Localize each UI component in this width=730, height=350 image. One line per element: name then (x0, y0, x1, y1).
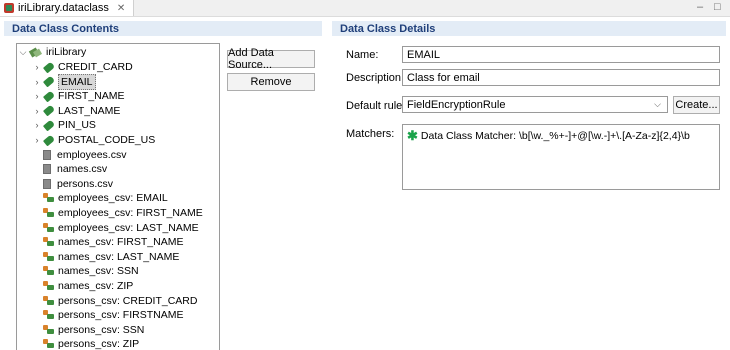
tree-item[interactable]: employees_csv: LAST_NAME (43, 221, 199, 235)
csv-file-icon (43, 149, 51, 160)
tree-item-label: employees_csv: FIRST_NAME (58, 207, 203, 219)
tree-item-label: LAST_NAME (58, 104, 121, 117)
tree-item-label: employees.csv (57, 148, 127, 161)
tree-item[interactable]: employees.csv (43, 148, 126, 162)
tree-item-label: PIN_US (58, 119, 96, 132)
tree-item[interactable]: names.csv (43, 162, 107, 176)
tree-item-label: names_csv: LAST_NAME (58, 250, 180, 263)
tree-item[interactable]: › POSTAL_CODE_US (33, 133, 156, 147)
field-key-icon (43, 266, 55, 276)
tree-item[interactable]: persons_csv: FIRSTNAME (43, 308, 183, 322)
tree-item[interactable]: employees_csv: FIRST_NAME (43, 206, 203, 220)
matcher-star-icon: ✱ (407, 128, 418, 143)
tag-icon (42, 75, 56, 88)
data-class-details-header: Data Class Details (332, 21, 726, 36)
field-key-icon (43, 208, 55, 218)
library-icon (30, 48, 42, 57)
tree-item-label: names_csv: FIRST_NAME (58, 236, 184, 249)
chevron-right-icon[interactable]: › (33, 75, 41, 89)
tree-item[interactable]: › CREDIT_CARD (33, 60, 133, 74)
close-icon[interactable]: ✕ (117, 3, 125, 14)
editor-tab-bar: iriLibrary.dataclass ✕ – □ (0, 0, 730, 17)
field-key-icon (43, 193, 55, 203)
default-rule-label: Default rule: (346, 100, 406, 112)
chevron-down-icon: ⌵ (654, 99, 661, 109)
csv-file-icon (43, 178, 51, 189)
tree-item-label: employees_csv: LAST_NAME (58, 221, 199, 234)
default-rule-select[interactable]: FieldEncryptionRule ⌵ (402, 96, 668, 113)
chevron-down-icon[interactable]: ⌵ (19, 45, 27, 59)
matcher-text: Data Class Matcher: \b[\w._%+-]+@[\w.-]+… (420, 130, 690, 142)
tree-item[interactable]: › LAST_NAME (33, 104, 121, 118)
add-data-source-button[interactable]: Add Data Source... (227, 47, 315, 71)
chevron-right-icon[interactable]: › (33, 104, 41, 118)
tree-item-label: CREDIT_CARD (58, 61, 133, 73)
maximize-icon[interactable]: □ (714, 1, 721, 13)
matcher-item[interactable]: ✱ Data Class Matcher: \b[\w._%+-]+@[\w.-… (407, 128, 715, 144)
description-field[interactable]: Class for email (402, 69, 720, 86)
tree-item-label: persons_csv: ZIP (58, 338, 140, 350)
tree-item-label: names_csv: ZIP (58, 280, 134, 292)
tree-item-label: FIRST_NAME (58, 90, 125, 103)
tree-item[interactable]: persons_csv: SSN (43, 323, 144, 337)
matchers-list[interactable]: ✱ Data Class Matcher: \b[\w._%+-]+@[\w.-… (402, 124, 720, 190)
tree-item[interactable]: persons_csv: ZIP (43, 337, 139, 350)
tree-item-label: names_csv: SSN (58, 265, 139, 278)
tree-item-label: EMAIL (58, 73, 96, 90)
description-label: Description: (346, 72, 405, 84)
field-key-icon (43, 281, 55, 291)
tag-icon (42, 104, 56, 117)
tree-item[interactable]: › PIN_US (33, 118, 96, 132)
field-key-icon (43, 222, 55, 233)
chevron-right-icon[interactable]: › (33, 118, 41, 132)
editor-tab-title: iriLibrary.dataclass (18, 2, 109, 14)
tree-item[interactable]: persons_csv: CREDIT_CARD (43, 294, 197, 308)
tree-item-label: persons_csv: CREDIT_CARD (58, 294, 198, 307)
default-rule-value: FieldEncryptionRule (407, 98, 506, 111)
tree-item-label: persons_csv: FIRSTNAME (58, 309, 184, 322)
field-key-icon (43, 339, 55, 349)
name-label: Name: (346, 49, 379, 61)
tree-item[interactable]: › FIRST_NAME (33, 89, 125, 103)
tree-item-label: POSTAL_CODE_US (58, 134, 156, 146)
tree-item[interactable]: persons.csv (43, 177, 113, 191)
tree-root-item[interactable]: ⌵ iriLibrary (19, 45, 87, 59)
tree-item-label: employees_csv: EMAIL (58, 192, 168, 205)
tree-item[interactable]: names_csv: LAST_NAME (43, 250, 179, 264)
tree-item[interactable]: employees_csv: EMAIL (43, 191, 168, 205)
chevron-right-icon[interactable]: › (33, 60, 41, 74)
tree-item-label: persons_csv: SSN (58, 323, 145, 336)
remove-button[interactable]: Remove (227, 73, 315, 91)
chevron-right-icon[interactable]: › (33, 133, 41, 147)
data-class-contents-header: Data Class Contents (4, 21, 322, 36)
dataclass-file-icon (4, 3, 14, 13)
tag-icon (42, 134, 56, 146)
matchers-label: Matchers: (346, 128, 395, 140)
tree-item[interactable]: › EMAIL (33, 73, 96, 90)
data-class-tree[interactable]: ⌵ iriLibrary › CREDIT_CARD › EMAIL › FIRST_NA… (16, 43, 220, 350)
tree-root-label: iriLibrary (46, 46, 87, 58)
tree-item[interactable]: names_csv: FIRST_NAME (43, 235, 183, 249)
tree-item[interactable]: names_csv: SSN (43, 264, 139, 278)
field-key-icon (43, 295, 55, 306)
tree-item-label: persons.csv (57, 177, 114, 190)
field-key-icon (43, 237, 55, 247)
tag-icon (42, 90, 56, 103)
tree-item[interactable]: names_csv: ZIP (43, 279, 133, 293)
minimize-icon[interactable]: – (697, 1, 703, 13)
field-key-icon (43, 310, 55, 320)
field-key-icon (43, 324, 55, 335)
tree-item-label: names.csv (57, 163, 108, 176)
tag-icon (42, 119, 56, 132)
csv-file-icon (43, 164, 51, 175)
create-rule-button[interactable]: Create... (673, 96, 720, 114)
field-key-icon (43, 251, 55, 262)
chevron-right-icon[interactable]: › (33, 89, 41, 103)
name-field[interactable]: EMAIL (402, 46, 720, 63)
editor-tab[interactable]: iriLibrary.dataclass ✕ (0, 0, 135, 16)
tag-icon (42, 61, 56, 73)
